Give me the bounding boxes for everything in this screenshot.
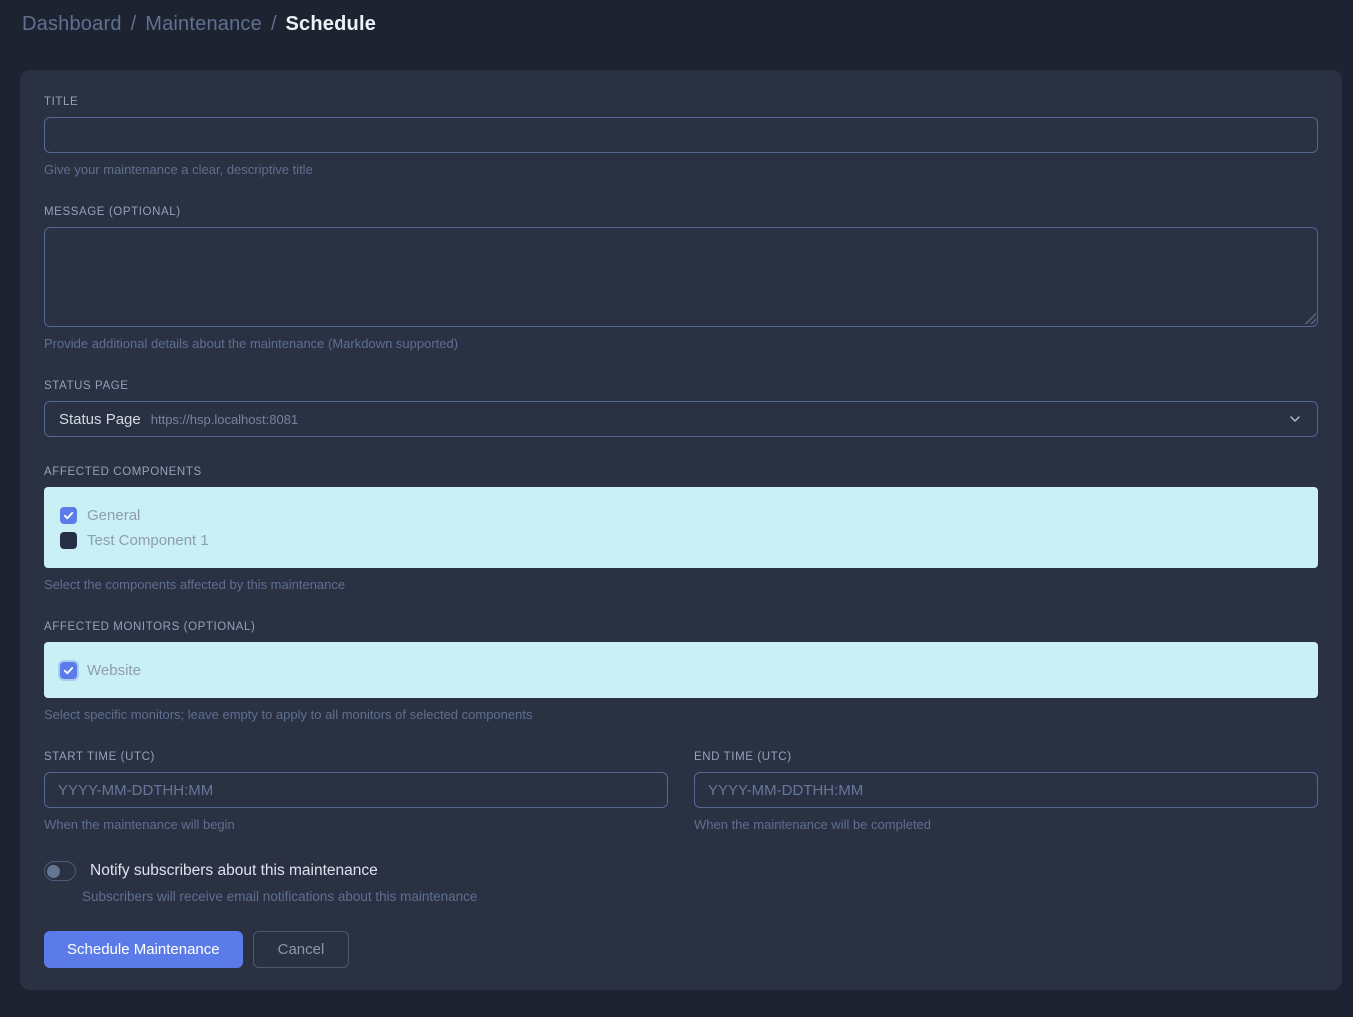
end-time-input[interactable] [694, 772, 1318, 808]
checkbox-icon[interactable] [60, 532, 77, 549]
monitor-option-label: Website [87, 662, 141, 679]
status-page-selected-name: Status Page [59, 411, 141, 428]
start-time-input[interactable] [44, 772, 668, 808]
message-textarea[interactable] [44, 227, 1318, 327]
breadcrumb-dashboard[interactable]: Dashboard [22, 13, 122, 36]
monitor-option-website[interactable]: Website [60, 658, 1302, 682]
monitors-list: Website [44, 642, 1318, 698]
end-time-group: END TIME (UTC) When the maintenance will… [694, 751, 1318, 832]
start-time-helper: When the maintenance will begin [44, 817, 668, 832]
cancel-button[interactable]: Cancel [253, 931, 350, 968]
time-row: START TIME (UTC) When the maintenance wi… [44, 751, 1318, 832]
checkbox-icon[interactable] [60, 662, 77, 679]
breadcrumb-separator: / [271, 13, 277, 36]
breadcrumb-separator: / [131, 13, 137, 36]
components-group: AFFECTED COMPONENTS General Test Compone… [44, 466, 1318, 592]
notify-helper: Subscribers will receive email notificat… [82, 889, 1318, 904]
topbar: Dashboard / Maintenance / Schedule [0, 0, 1353, 47]
start-time-label: START TIME (UTC) [44, 751, 668, 763]
schedule-maintenance-button[interactable]: Schedule Maintenance [44, 931, 243, 968]
title-input[interactable] [44, 117, 1318, 153]
breadcrumb-current-schedule: Schedule [286, 13, 377, 36]
status-page-group: STATUS PAGE Status Page https://hsp.loca… [44, 380, 1318, 437]
message-helper: Provide additional details about the mai… [44, 336, 1318, 351]
title-helper: Give your maintenance a clear, descripti… [44, 162, 1318, 177]
component-option-general[interactable]: General [60, 503, 1302, 527]
component-option-label: Test Component 1 [87, 532, 209, 549]
component-option-test-component-1[interactable]: Test Component 1 [60, 528, 1302, 552]
end-time-helper: When the maintenance will be completed [694, 817, 1318, 832]
component-option-label: General [87, 507, 140, 524]
monitors-label: AFFECTED MONITORS (OPTIONAL) [44, 621, 1318, 633]
monitors-group: AFFECTED MONITORS (OPTIONAL) Website Sel… [44, 621, 1318, 722]
schedule-maintenance-form: TITLE Give your maintenance a clear, des… [20, 70, 1342, 990]
checkbox-icon[interactable] [60, 507, 77, 524]
chevron-down-icon [1287, 411, 1303, 427]
notify-label: Notify subscribers about this maintenanc… [90, 862, 378, 880]
toggle-knob-icon [47, 865, 60, 878]
end-time-label: END TIME (UTC) [694, 751, 1318, 763]
form-actions: Schedule Maintenance Cancel [44, 931, 1318, 968]
title-label: TITLE [44, 96, 1318, 108]
notify-section: Notify subscribers about this maintenanc… [44, 861, 1318, 904]
status-page-selected-url: https://hsp.localhost:8081 [151, 412, 298, 427]
title-group: TITLE Give your maintenance a clear, des… [44, 96, 1318, 177]
start-time-group: START TIME (UTC) When the maintenance wi… [44, 751, 668, 832]
notify-toggle[interactable] [44, 861, 76, 881]
status-page-label: STATUS PAGE [44, 380, 1318, 392]
components-helper: Select the components affected by this m… [44, 577, 1318, 592]
status-page-select[interactable]: Status Page https://hsp.localhost:8081 [44, 401, 1318, 437]
components-label: AFFECTED COMPONENTS [44, 466, 1318, 478]
message-group: MESSAGE (OPTIONAL) Provide additional de… [44, 206, 1318, 351]
components-list: General Test Component 1 [44, 487, 1318, 568]
breadcrumb-maintenance[interactable]: Maintenance [145, 13, 262, 36]
monitors-helper: Select specific monitors; leave empty to… [44, 707, 1318, 722]
breadcrumb: Dashboard / Maintenance / Schedule [22, 13, 1331, 36]
message-label: MESSAGE (OPTIONAL) [44, 206, 1318, 218]
